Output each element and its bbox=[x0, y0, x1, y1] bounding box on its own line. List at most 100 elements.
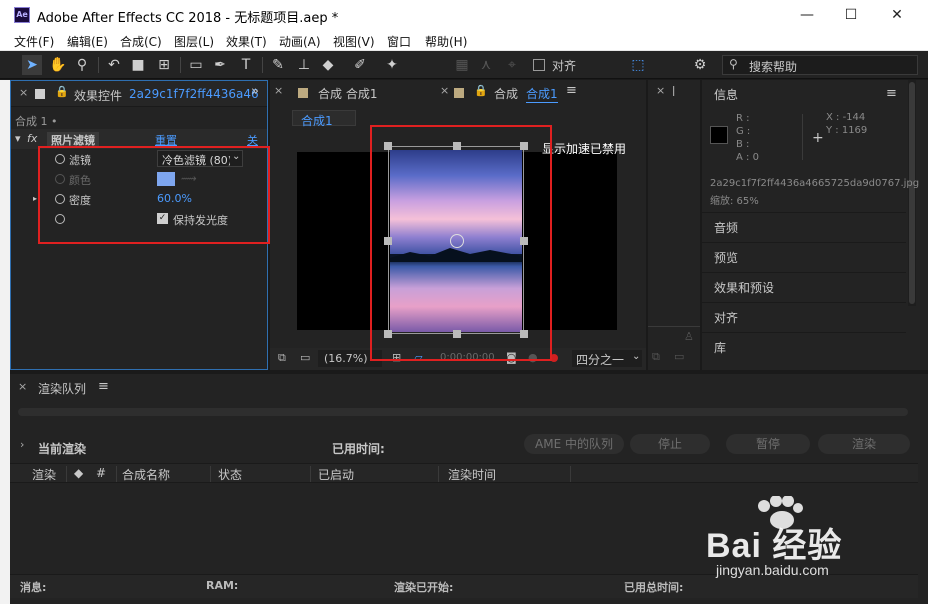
info-title: 信息 bbox=[714, 88, 739, 102]
pen-tool-icon[interactable]: ✒ bbox=[210, 55, 230, 75]
puppet-pin-tool-icon[interactable]: ✦ bbox=[382, 55, 402, 75]
selection-tool-icon[interactable]: ➤ bbox=[22, 55, 42, 75]
snap-icon[interactable]: ⬚ bbox=[628, 55, 648, 75]
desktop-strip bbox=[0, 80, 10, 604]
close-tab-icon[interactable]: × bbox=[274, 84, 283, 97]
preview-icon[interactable]: ⧉ bbox=[652, 350, 660, 364]
close-tab-icon[interactable]: × bbox=[656, 84, 665, 97]
expand-icon[interactable]: ▸ bbox=[33, 194, 37, 203]
search-icon: ⚲ bbox=[729, 57, 738, 71]
maximize-button[interactable]: ☐ bbox=[828, 4, 874, 28]
effect-controls-tab[interactable]: × 🔒 效果控件 2a29c1f7f2ff4436a46 » bbox=[11, 81, 267, 107]
close-tab-icon[interactable]: × bbox=[440, 84, 449, 97]
close-button[interactable]: ✕ bbox=[874, 4, 920, 28]
col-started[interactable]: 已启动 bbox=[318, 466, 354, 483]
ame-queue-button[interactable]: AME 中的队列 bbox=[524, 434, 624, 454]
resolution-value: 四分之一 bbox=[576, 353, 625, 367]
disclosure-icon[interactable]: ▾ bbox=[15, 132, 21, 145]
align-checkbox[interactable] bbox=[533, 59, 545, 71]
menu-icon[interactable]: ≡ bbox=[98, 379, 109, 394]
red-highlight-effect-props bbox=[38, 146, 270, 244]
rotate-tool-icon[interactable]: ↶ bbox=[104, 55, 124, 75]
view-axis-icon[interactable]: ⌖ bbox=[502, 55, 522, 75]
resolution-dropdown[interactable]: 四分之一 ⌄ bbox=[572, 350, 642, 367]
comp-color-icon bbox=[298, 88, 308, 98]
info-g: G : bbox=[736, 126, 751, 137]
footer-total: 已用总时间: bbox=[624, 581, 684, 594]
camera-tool-icon[interactable]: ■ bbox=[128, 55, 148, 75]
world-axis-icon[interactable]: ⋏ bbox=[476, 55, 496, 75]
section-effects-presets[interactable]: 效果和预设 bbox=[702, 272, 906, 301]
tag-icon: ◆ bbox=[74, 466, 84, 480]
minimize-button[interactable]: — bbox=[784, 4, 830, 28]
always-preview-icon[interactable]: ⧉ bbox=[278, 351, 286, 365]
search-help-input[interactable]: ⚲ 搜索帮助 bbox=[722, 55, 918, 75]
menu-icon[interactable]: ≡ bbox=[886, 86, 897, 101]
menu-composition[interactable]: 合成(C) bbox=[120, 33, 162, 50]
window-title: Adobe After Effects CC 2018 - 无标题项目.aep … bbox=[37, 11, 339, 26]
zoom-tool-icon[interactable]: ⚲ bbox=[72, 55, 92, 75]
info-r: R : bbox=[736, 113, 750, 124]
brush-tool-icon[interactable]: ✎ bbox=[268, 55, 288, 75]
render-queue-header: 渲染 ◆ # 合成名称 状态 已启动 渲染时间 bbox=[10, 463, 918, 483]
rectangle-tool-icon[interactable]: ▭ bbox=[186, 55, 206, 75]
footer-ram: RAM: bbox=[206, 579, 239, 592]
hand-tool-icon[interactable]: ✋ bbox=[48, 55, 68, 75]
panel-square-icon bbox=[35, 89, 45, 99]
render-queue-tab[interactable]: 渲染队列 bbox=[38, 380, 86, 397]
gpu-notice: 显示加速已禁用 bbox=[542, 142, 627, 156]
close-tab-icon[interactable]: × bbox=[18, 380, 27, 393]
zoom-value: (16.7%) bbox=[324, 352, 368, 365]
lock-icon[interactable]: ǀ bbox=[672, 84, 675, 97]
section-effects-presets-label: 效果和预设 bbox=[714, 281, 775, 295]
menu-help[interactable]: 帮助(H) bbox=[425, 33, 467, 50]
text-tool-icon[interactable]: T bbox=[236, 55, 256, 75]
display-icon[interactable]: ▭ bbox=[674, 350, 684, 363]
menu-window[interactable]: 窗口 bbox=[387, 33, 411, 50]
elapsed-label: 已用时间: bbox=[332, 442, 385, 456]
section-audio[interactable]: 音频 bbox=[702, 212, 906, 241]
chevron-right-icon[interactable]: › bbox=[20, 438, 24, 451]
col-status[interactable]: 状态 bbox=[218, 466, 242, 483]
menu-view[interactable]: 视图(V) bbox=[333, 33, 375, 50]
panel-overflow-icon[interactable]: » bbox=[251, 84, 259, 99]
section-align[interactable]: 对齐 bbox=[702, 302, 906, 331]
roto-brush-tool-icon[interactable]: ✐ bbox=[350, 55, 370, 75]
section-libraries-label: 库 bbox=[714, 341, 727, 355]
menu-animation[interactable]: 动画(A) bbox=[279, 33, 321, 50]
section-preview[interactable]: 预览 bbox=[702, 242, 906, 271]
comp-subtab[interactable]: 合成1 bbox=[292, 110, 356, 128]
fx-icon[interactable]: fx bbox=[27, 132, 37, 145]
menu-layer[interactable]: 图层(L) bbox=[174, 33, 214, 50]
info-panel: 信息 ≡ R : G : B : A : 0 + X : -144 Y : 11… bbox=[702, 80, 928, 370]
close-tab-icon[interactable]: × bbox=[19, 86, 28, 99]
col-render-time[interactable]: 渲染时间 bbox=[448, 466, 496, 483]
menu-effect[interactable]: 效果(T) bbox=[226, 33, 267, 50]
display-icon[interactable]: ▭ bbox=[300, 351, 310, 364]
menu-icon[interactable]: ≡ bbox=[566, 83, 577, 98]
col-number[interactable]: # bbox=[96, 466, 106, 480]
lock-icon[interactable]: 🔒 bbox=[474, 84, 488, 97]
eraser-tool-icon[interactable]: ◆ bbox=[318, 55, 338, 75]
scrollbar[interactable] bbox=[908, 80, 916, 306]
section-align-label: 对齐 bbox=[714, 311, 739, 325]
pan-behind-tool-icon[interactable]: ⊞ bbox=[154, 55, 174, 75]
render-button[interactable]: 渲染 bbox=[818, 434, 910, 454]
tab-comp-2-prefix[interactable]: 合成 bbox=[494, 85, 518, 102]
baidu-watermark: Bai 经验 jingyan.baidu.com bbox=[706, 496, 906, 586]
comp-color-icon bbox=[454, 88, 464, 98]
tab-comp-1[interactable]: 合成 合成1 bbox=[318, 85, 377, 102]
menu-file[interactable]: 文件(F) bbox=[14, 33, 54, 50]
stop-button[interactable]: 停止 bbox=[630, 434, 710, 454]
section-libraries[interactable]: 库 bbox=[702, 332, 906, 361]
local-axis-icon[interactable]: ▦ bbox=[452, 55, 472, 75]
col-comp-name[interactable]: 合成名称 bbox=[122, 466, 170, 483]
menu-edit[interactable]: 编辑(E) bbox=[67, 33, 108, 50]
lock-icon[interactable]: 🔒 bbox=[55, 85, 69, 98]
workspace-icon[interactable]: ⚙ bbox=[688, 55, 712, 75]
col-render[interactable]: 渲染 bbox=[32, 466, 56, 483]
tab-comp-2-name[interactable]: 合成1 bbox=[526, 85, 558, 103]
footer-started: 渲染已开始: bbox=[394, 581, 454, 594]
clone-stamp-tool-icon[interactable]: ⊥ bbox=[294, 55, 314, 75]
pause-button[interactable]: 暂停 bbox=[726, 434, 810, 454]
